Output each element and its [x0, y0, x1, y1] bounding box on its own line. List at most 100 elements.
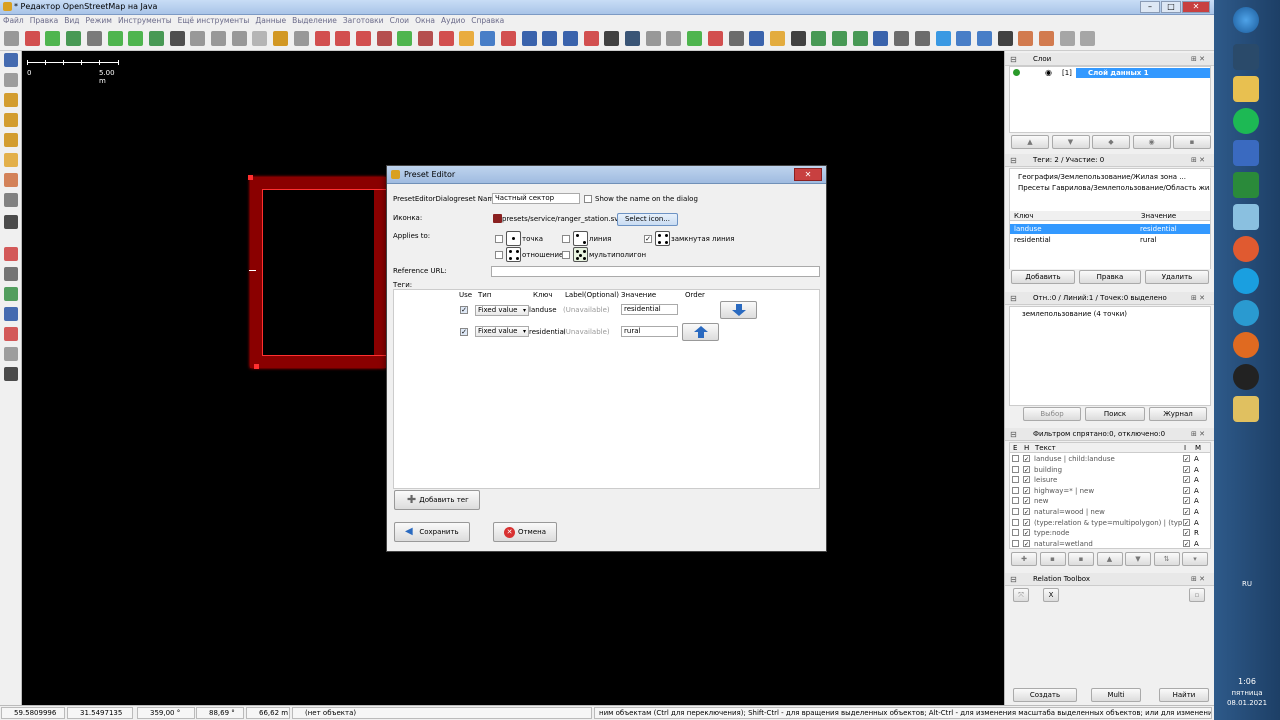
filter-row[interactable]: ✓ new ✓ A [1010, 496, 1210, 506]
map-mode-icon[interactable] [4, 247, 18, 261]
search-button[interactable]: Поиск [1085, 407, 1145, 421]
tag-row-value-field[interactable]: residential [621, 304, 678, 315]
toolbar-tool-icon[interactable] [749, 31, 765, 46]
menu-item[interactable]: Правка [27, 15, 62, 27]
filter-hide-checkbox[interactable]: ✓ [1023, 476, 1030, 484]
toolbar-tool-icon[interactable] [935, 31, 951, 46]
toolbar-tool-icon[interactable] [335, 31, 351, 46]
move-up-button[interactable] [682, 323, 719, 341]
layer-action-button[interactable]: ◆ [1092, 135, 1130, 149]
preset-link[interactable]: География/Землепользование/Жилая зона ..… [1010, 172, 1210, 182]
toolbar-tool-icon[interactable] [107, 31, 123, 46]
clock-time[interactable]: 1:06 [1214, 677, 1280, 686]
toolbar-tool-icon[interactable] [976, 31, 992, 46]
toolbar-tool-icon[interactable] [562, 31, 578, 46]
tag-row-type-select[interactable]: Fixed value [475, 326, 529, 337]
toolbar-tool-icon[interactable] [604, 31, 620, 46]
toolbar-tool-icon[interactable] [480, 31, 496, 46]
multipolygon-button[interactable]: Multi [1091, 688, 1141, 702]
toolbar-tool-icon[interactable] [542, 31, 558, 46]
toolbar-tool-icon[interactable] [231, 31, 247, 46]
filter-invert-checkbox[interactable]: ✓ [1183, 529, 1190, 537]
toolbar-tool-icon[interactable] [190, 31, 206, 46]
map-mode-icon[interactable] [4, 193, 18, 207]
move-down-button[interactable] [720, 301, 757, 319]
toolbar-tool-icon[interactable] [500, 31, 516, 46]
app-icon[interactable] [1233, 204, 1259, 230]
layer-action-button[interactable]: ▼ [1051, 135, 1090, 149]
menu-item[interactable]: Вид [61, 15, 82, 27]
map-mode-icon[interactable] [4, 287, 18, 301]
preset-link[interactable]: Пресеты Гаврилова/Землепользование/Облас… [1010, 183, 1210, 193]
applies-multipolygon-checkbox[interactable] [562, 251, 570, 259]
tag-row[interactable]: landuse residential [1010, 224, 1210, 234]
filter-hide-checkbox[interactable]: ✓ [1023, 539, 1030, 548]
filter-action-button[interactable]: ▾ [1182, 552, 1208, 566]
filter-hide-checkbox[interactable]: ✓ [1023, 465, 1030, 474]
filter-enable-checkbox[interactable] [1012, 455, 1019, 462]
filter-invert-checkbox[interactable]: ✓ [1183, 497, 1190, 505]
tag-row-use-checkbox[interactable]: ✓ [460, 306, 468, 314]
filter-row[interactable]: ✓ highway=* | new ✓ A [1010, 486, 1210, 496]
toolbar-tool-icon[interactable] [397, 31, 413, 46]
toolbar-tool-icon[interactable] [438, 31, 454, 46]
filter-action-button[interactable]: ▲ [1096, 552, 1123, 566]
menu-item[interactable]: Слои [387, 15, 413, 27]
toolbar-tool-icon[interactable] [355, 31, 371, 46]
toolbar-tool-icon[interactable] [832, 31, 847, 46]
filter-row[interactable]: ✓ natural=wood | new ✓ A [1010, 507, 1210, 517]
toolbar-tool-icon[interactable] [148, 31, 164, 46]
folder-icon[interactable] [1233, 76, 1259, 102]
map-mode-icon[interactable] [4, 73, 18, 87]
relation-toolbox-title[interactable]: Relation Toolbox⊞ ✕ [1005, 573, 1215, 586]
toolbar-tool-icon[interactable] [86, 31, 102, 46]
toolbar-tool-icon[interactable] [645, 31, 661, 46]
toolbar-tool-icon[interactable] [45, 31, 61, 46]
create-relation-button[interactable]: Создать [1013, 688, 1077, 702]
toolbar-tool-icon[interactable] [790, 31, 806, 46]
tag-row-value-field[interactable]: rural [621, 326, 678, 337]
map-mode-icon[interactable] [4, 267, 18, 281]
menu-item[interactable]: Справка [468, 15, 507, 27]
selection-item[interactable]: землепользование (4 точки) [1010, 309, 1210, 319]
tags-panel-title[interactable]: Теги: 2 / Участие: 0⊞ ✕ [1005, 154, 1215, 167]
menu-item[interactable]: Файл [0, 15, 27, 27]
layers-panel-title[interactable]: Слои⊞ ✕ [1005, 53, 1215, 66]
selection-panel-title[interactable]: Отн.:0 / Линий:1 / Точек:0 выделено⊞ ✕ [1005, 292, 1215, 305]
add-tag-panel-button[interactable]: Добавить [1011, 270, 1075, 284]
toolbar-tool-icon[interactable] [252, 31, 268, 46]
filter-hide-checkbox[interactable]: ✓ [1023, 529, 1030, 537]
layer-action-button[interactable]: ▲ [1011, 135, 1049, 149]
map-mode-icon[interactable] [4, 367, 18, 381]
filter-hide-checkbox[interactable]: ✓ [1023, 455, 1030, 463]
toolbar-tool-icon[interactable] [666, 31, 682, 46]
toolbar-tool-icon[interactable] [418, 31, 433, 46]
map-mode-icon[interactable] [4, 53, 18, 67]
maximize-button[interactable]: □ [1161, 1, 1181, 13]
minimize-button[interactable]: – [1140, 1, 1160, 13]
toolbar-tool-icon[interactable] [1080, 31, 1096, 46]
firefox-icon[interactable] [1233, 332, 1259, 358]
toolbar-tool-icon[interactable] [625, 31, 640, 46]
menu-item[interactable]: Ещё инструменты [175, 15, 253, 27]
filter-enable-checkbox[interactable] [1012, 476, 1019, 484]
filter-invert-checkbox[interactable]: ✓ [1183, 455, 1190, 463]
telegram-icon[interactable] [1233, 300, 1259, 326]
tag-row-use-checkbox[interactable]: ✓ [460, 328, 468, 336]
map-mode-icon[interactable] [4, 307, 18, 321]
relation-settings-button[interactable]: ▫ [1189, 588, 1205, 602]
toolbar-tool-icon[interactable] [211, 31, 226, 46]
filter-invert-checkbox[interactable]: ✓ [1183, 476, 1190, 484]
filter-row[interactable]: ✓ (type:relation & type=multipolygon) | (… [1010, 518, 1210, 528]
toolbar-tool-icon[interactable] [521, 31, 537, 46]
visibility-eye-icon[interactable]: ◉ [1045, 68, 1052, 77]
filter-action-button[interactable]: ▪ [1039, 552, 1066, 566]
toolbar-tool-icon[interactable] [4, 31, 19, 46]
menu-item[interactable]: Заготовки [340, 15, 387, 27]
filter-invert-checkbox[interactable]: ✓ [1183, 486, 1190, 495]
close-button[interactable]: ✕ [1182, 1, 1210, 13]
toolbar-tool-icon[interactable] [583, 31, 599, 46]
toolbar-tool-icon[interactable] [914, 31, 930, 46]
show-name-checkbox[interactable] [584, 195, 592, 203]
toolbar-tool-icon[interactable] [852, 31, 868, 46]
